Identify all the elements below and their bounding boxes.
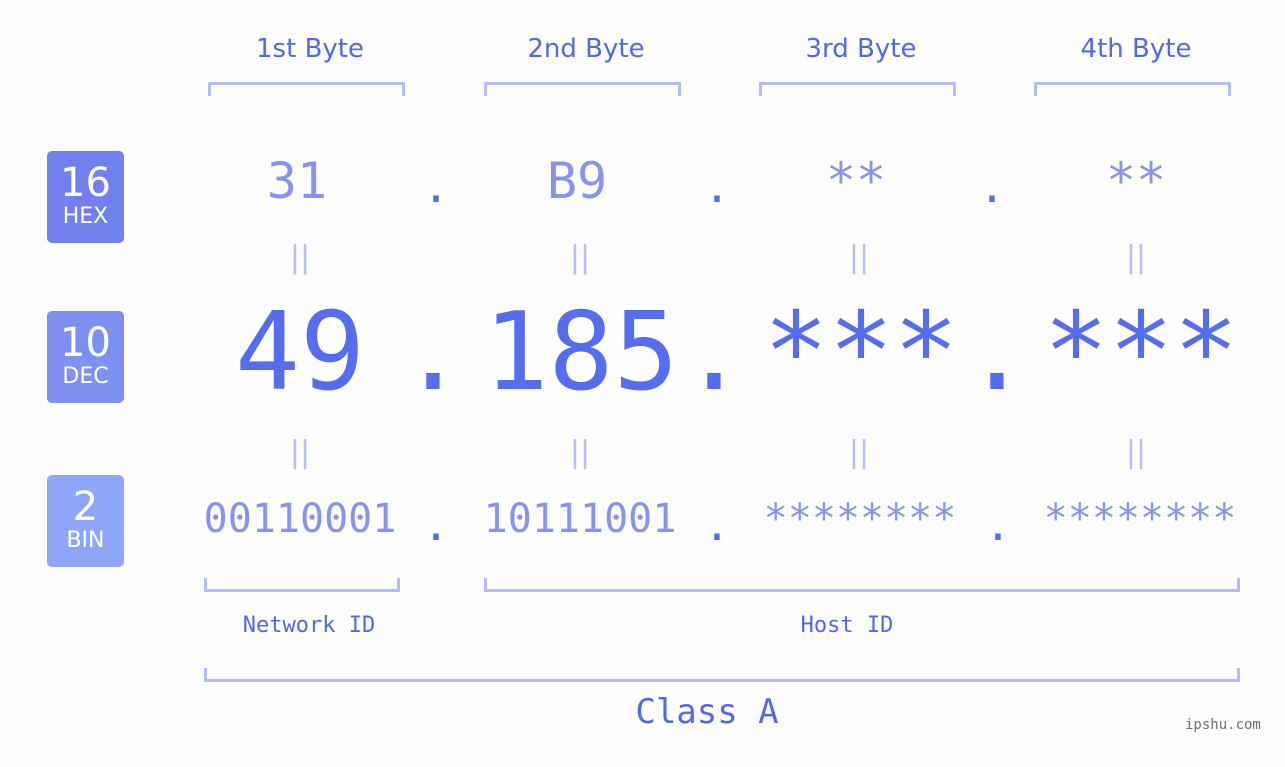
equals-hex-dec-1: ||: [289, 240, 311, 275]
byte-3-bracket: [759, 82, 956, 96]
equals-hex-dec-4: ||: [1125, 240, 1147, 275]
equals-hex-dec-2: ||: [569, 240, 591, 275]
host-id-bracket: [484, 578, 1240, 592]
bin-badge: 2 BIN: [47, 475, 124, 567]
dec-badge-label: DEC: [62, 364, 109, 389]
header-byte-2: 2nd Byte: [527, 34, 645, 64]
hex-badge: 16 HEX: [47, 151, 124, 243]
bin-byte-3: ********: [763, 496, 957, 542]
header-byte-3: 3rd Byte: [805, 34, 917, 64]
byte-2-bracket: [484, 82, 681, 96]
hex-badge-base: 16: [60, 160, 111, 206]
network-id-label: Network ID: [242, 613, 376, 638]
equals-dec-bin-1: ||: [289, 435, 311, 470]
bin-byte-2: 10111001: [483, 496, 677, 542]
equals-dec-bin-3: ||: [848, 435, 870, 470]
host-id-label: Host ID: [800, 613, 894, 638]
dec-byte-1: 49: [234, 290, 366, 415]
hex-dot-2: .: [703, 162, 731, 213]
hex-badge-label: HEX: [62, 204, 109, 229]
byte-1-bracket: [208, 82, 405, 96]
dec-byte-3: ***: [763, 290, 959, 415]
dec-byte-2: 185: [483, 290, 679, 415]
bin-badge-base: 2: [72, 484, 99, 530]
dec-badge: 10 DEC: [47, 311, 124, 403]
hex-byte-2: B9: [546, 152, 608, 210]
watermark: ipshu.com: [1185, 717, 1261, 733]
class-label: Class A: [635, 692, 779, 732]
hex-byte-4: **: [1105, 152, 1167, 210]
byte-4-bracket: [1034, 82, 1231, 96]
bin-badge-label: BIN: [66, 528, 105, 553]
dec-byte-4: ***: [1043, 290, 1239, 415]
network-id-bracket: [204, 578, 400, 592]
header-byte-4: 4th Byte: [1080, 34, 1192, 64]
equals-dec-bin-4: ||: [1125, 435, 1147, 470]
bin-byte-1: 00110001: [203, 496, 397, 542]
hex-byte-3: **: [825, 152, 887, 210]
dec-badge-base: 10: [60, 320, 111, 366]
equals-dec-bin-2: ||: [569, 435, 591, 470]
equals-hex-dec-3: ||: [848, 240, 870, 275]
hex-dot-3: .: [978, 162, 1006, 213]
bin-byte-4: ********: [1043, 496, 1237, 542]
hex-byte-1: 31: [266, 152, 328, 210]
header-byte-1: 1st Byte: [256, 34, 364, 64]
class-bracket: [204, 668, 1240, 682]
hex-dot-1: .: [422, 162, 450, 213]
